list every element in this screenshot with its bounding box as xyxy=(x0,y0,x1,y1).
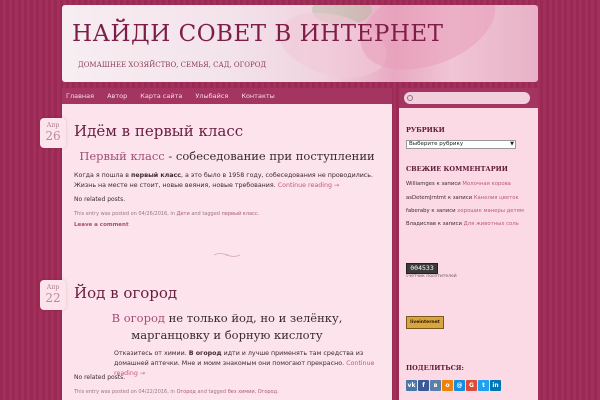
post-subtitle-link[interactable]: Первый класс xyxy=(79,149,164,163)
comment-connector: к записи xyxy=(436,221,464,227)
post-title[interactable]: Йод в огород xyxy=(74,284,177,302)
nav-item-contacts[interactable]: Контакты xyxy=(241,92,274,100)
post-excerpt-bold: В огород xyxy=(188,350,222,357)
post-meta-text: and tagged xyxy=(195,389,228,395)
post-excerpt-text: Когда я пошла в xyxy=(74,172,131,179)
facebook-share-icon[interactable]: f xyxy=(418,380,429,391)
post-excerpt: Когда я пошла в первый класс, а это было… xyxy=(74,171,384,191)
post-tag-link[interactable]: Огород xyxy=(258,389,277,395)
nav-item-home[interactable]: Главная xyxy=(66,92,94,100)
comment-post-link[interactable]: Молочная корова xyxy=(462,181,511,187)
comment-post-link[interactable]: Для животных соль xyxy=(464,221,519,227)
post-meta-text: and tagged xyxy=(189,211,222,217)
post-title[interactable]: Идём в первый класс xyxy=(74,122,243,140)
mailru-share-icon[interactable]: @ xyxy=(454,380,465,391)
post-meta: This entry was posted on 04/26/2016, in … xyxy=(74,211,259,217)
rubrics-select-value: Выберите рубрику xyxy=(409,141,464,147)
rubrics-select[interactable]: Выберите рубрику ▼ xyxy=(406,140,516,149)
comment-connector: к записи xyxy=(446,195,474,201)
share-buttons: vk f в o @ G t in xyxy=(406,380,501,391)
sidebar-search-bar xyxy=(399,88,538,108)
recent-comment-item: Williamges к записи Молочная корова xyxy=(406,181,511,187)
rubrics-widget-title: РУБРИКИ xyxy=(406,126,445,134)
site-description: ДОМАШНЕЕ ХОЗЯЙСТВО, СЕМЬЯ, САД, ОГОРОД xyxy=(78,61,267,69)
post-date-month: Апр xyxy=(46,284,60,291)
nav-item-sitemap[interactable]: Карта сайта xyxy=(140,92,182,100)
recent-comment-item: asDetemJrntmt к записи Канелия цветок xyxy=(406,195,519,201)
twitter-share-icon[interactable]: t xyxy=(478,380,489,391)
post-date-badge: Апр 26 xyxy=(40,118,66,148)
content-area: Апр 26 Идём в первый класс Первый класс … xyxy=(40,104,392,400)
comment-author: Williamges xyxy=(406,181,435,187)
post-meta: This entry was posted on 04/22/2016, in … xyxy=(74,389,279,395)
post-meta-text: . xyxy=(277,389,279,395)
post-meta-text: . xyxy=(257,211,260,217)
comment-post-link[interactable]: хорошие манеры детям xyxy=(457,208,524,214)
search-icon xyxy=(407,95,413,101)
post-divider-ornament xyxy=(213,253,241,257)
recent-comments-title: СВЕЖИЕ КОММЕНТАРИИ xyxy=(406,165,508,173)
post-date-day: 22 xyxy=(45,291,61,305)
comment-author: Владислав xyxy=(406,221,437,227)
share-widget-title: ПОДЕЛИТЬСЯ: xyxy=(406,364,464,372)
leave-comment-link[interactable]: Leave a comment xyxy=(74,222,129,228)
post-subtitle-link[interactable]: В огород xyxy=(112,311,165,325)
post-meta-text: This entry was posted on 04/22/2016, in xyxy=(74,389,177,395)
post-subtitle-text: - собеседование при поступлении xyxy=(164,149,375,163)
post-excerpt-bold: первый класс xyxy=(130,172,181,179)
no-related-posts: No related posts. xyxy=(74,196,126,203)
post-subtitle: Первый класс - собеседование при поступл… xyxy=(62,148,392,165)
nav-item-smile[interactable]: Улыбайся xyxy=(195,92,228,100)
google-share-icon[interactable]: G xyxy=(466,380,477,391)
post-category-link[interactable]: Дети xyxy=(177,211,190,217)
odnoklassniki-share-icon[interactable]: o xyxy=(442,380,453,391)
post-tag-link[interactable]: без химии xyxy=(228,389,255,395)
comment-post-link[interactable]: Канелия цветок xyxy=(474,195,519,201)
visitor-counter-label: счетчик посетителей xyxy=(406,274,457,279)
recent-comment-item: Владислав к записи Для животных соль xyxy=(406,221,519,227)
nav-item-author[interactable]: Автор xyxy=(107,92,127,100)
post-category-link[interactable]: Огород xyxy=(177,389,196,395)
post-tag-link[interactable]: первый класс xyxy=(222,211,258,217)
comment-connector: к записи xyxy=(434,181,463,187)
liveinternet-banner[interactable]: liveinternet xyxy=(406,316,444,329)
vk-share-icon[interactable]: vk xyxy=(406,380,417,391)
recent-comment-item: faberaby к записи хорошие манеры детям xyxy=(406,208,524,214)
post-meta-text: This entry was posted on 04/26/2016, in xyxy=(74,211,177,217)
moikrug-share-icon[interactable]: в xyxy=(430,380,441,391)
site-header: НАЙДИ СОВЕТ В ИНТЕРНЕТ ДОМАШНЕЕ ХОЗЯЙСТВ… xyxy=(62,5,538,82)
chevron-down-icon: ▼ xyxy=(510,141,514,147)
post-date-month: Апр xyxy=(46,122,60,129)
visitor-counter[interactable]: 004533 xyxy=(406,263,438,274)
no-related-posts: No related posts. xyxy=(74,374,126,381)
site-title[interactable]: НАЙДИ СОВЕТ В ИНТЕРНЕТ xyxy=(72,21,444,47)
continue-reading-link[interactable]: Continue reading → xyxy=(278,182,340,189)
sidebar: РУБРИКИ Выберите рубрику ▼ СВЕЖИЕ КОММЕН… xyxy=(399,88,538,400)
comment-author: faberaby xyxy=(406,208,430,214)
post-date-day: 26 xyxy=(45,129,61,143)
post-excerpt-text: Отказитесь от химии. xyxy=(114,350,189,357)
post-subtitle: В огород не только йод, но и зелёнку, ма… xyxy=(62,310,392,344)
search-input[interactable] xyxy=(404,92,530,104)
post-date-badge: Апр 22 xyxy=(40,280,66,310)
linkedin-share-icon[interactable]: in xyxy=(490,380,501,391)
main-navigation: Главная Автор Карта сайта Улыбайся Конта… xyxy=(62,88,392,104)
comment-author: asDetemJrntmt xyxy=(406,195,447,201)
comment-connector: к записи xyxy=(429,208,458,214)
